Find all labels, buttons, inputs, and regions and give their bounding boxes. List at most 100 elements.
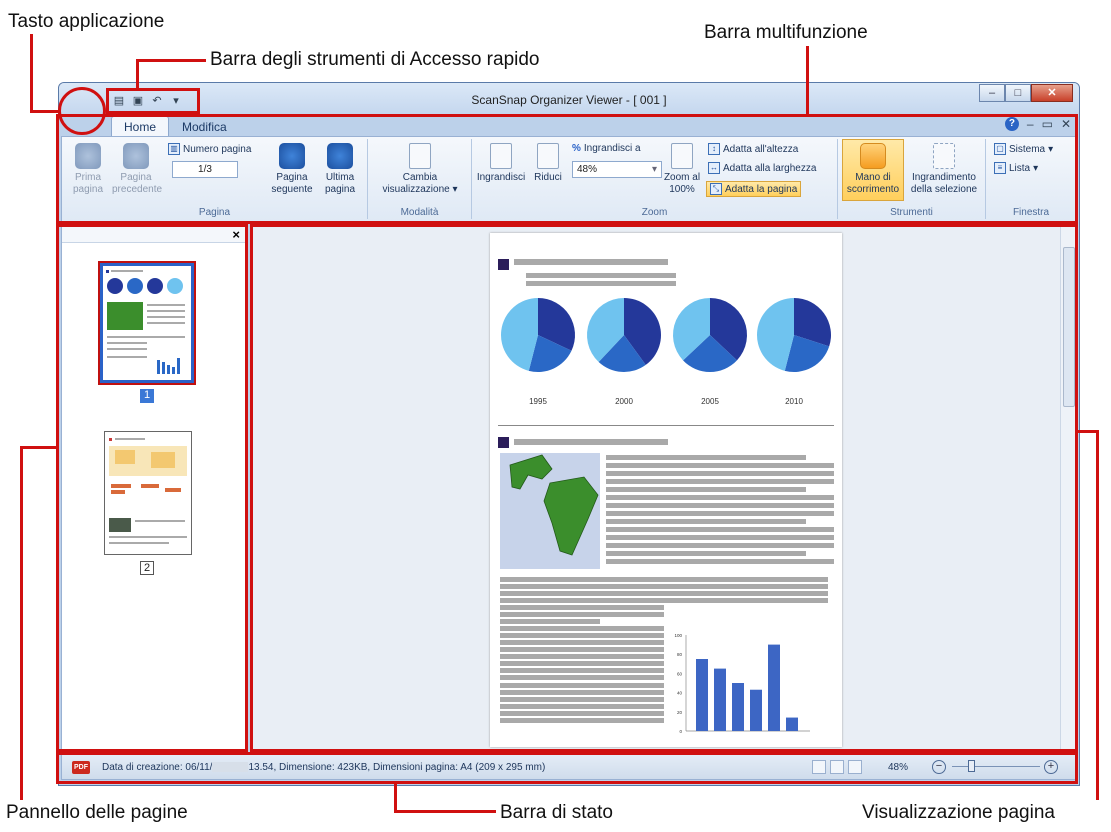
text-line — [514, 439, 668, 445]
ribbon-restore-icon[interactable]: ▭ — [1042, 117, 1053, 131]
bar-axis-label: 0 — [679, 729, 682, 734]
ribbon-close-icon[interactable]: ✕ — [1061, 117, 1071, 131]
leader-panel-h — [20, 446, 58, 449]
zoom-in-button[interactable]: Ingrandisci — [474, 141, 528, 184]
thumbnail-number-2: 2 — [140, 561, 154, 575]
fit-page-button[interactable]: ⤡ Adatta la pagina — [706, 181, 802, 197]
view-single-icon[interactable] — [812, 760, 826, 774]
group-label-strumenti: Strumenti — [890, 207, 933, 218]
document-content: 1995 2000 2005 2010 100 80 60 40 20 0 — [498, 259, 834, 734]
pages-panel: × 1 2 — [61, 226, 247, 750]
bar-axis-label: 40 — [677, 691, 683, 696]
group-strumenti: Mano di scorrimento Ingrandimento della … — [838, 139, 986, 219]
text-line — [606, 535, 834, 540]
save-icon[interactable]: ▤ — [111, 92, 127, 108]
text-line — [500, 704, 664, 709]
zoom-value-select[interactable]: 48% ▾ — [572, 161, 662, 178]
hand-tool-button[interactable]: Mano di scorrimento — [842, 139, 904, 201]
next-page-button[interactable]: Pagina seguente — [268, 141, 316, 196]
fit-width-button[interactable]: ↔ Adatta alla larghezza — [708, 162, 816, 174]
zoom-100-button[interactable]: Zoom al 100% — [662, 141, 702, 196]
group-label-zoom: Zoom — [641, 207, 668, 218]
tab-home[interactable]: Home — [111, 116, 170, 137]
text-line — [500, 675, 664, 680]
bar-axis-label: 100 — [674, 633, 682, 638]
fit-page-icon: ⤡ — [710, 183, 722, 195]
group-modalita: Cambia visualizzazione ▾ Modalità — [368, 139, 472, 219]
section-marker — [498, 437, 509, 448]
thumbnail-page-1[interactable] — [98, 261, 196, 385]
text-line — [606, 527, 834, 532]
callout-status-bar: Barra di stato — [500, 802, 613, 823]
divider — [498, 425, 834, 426]
redacted-date — [212, 762, 249, 773]
zoom-slider-track[interactable] — [952, 766, 1040, 767]
print-icon[interactable]: ▣ — [130, 92, 146, 108]
zoom-in-status-button[interactable]: + — [1044, 760, 1058, 774]
text-line — [606, 455, 806, 460]
text-line — [606, 495, 834, 500]
leader-app-v — [30, 34, 33, 112]
text-line — [606, 543, 834, 548]
tab-modifica[interactable]: Modifica — [169, 116, 240, 137]
text-line — [500, 605, 664, 610]
text-line — [500, 711, 664, 716]
thumbnail-page-2[interactable] — [104, 431, 192, 555]
close-button[interactable]: ✕ — [1031, 84, 1073, 102]
ribbon-minimize-icon[interactable]: – — [1027, 117, 1034, 131]
first-page-button[interactable]: Prima pagina — [64, 141, 112, 196]
prev-page-button[interactable]: Pagina precedente — [112, 141, 162, 196]
selection-zoom-button[interactable]: Ingrandimento della selezione — [904, 141, 984, 196]
maximize-button[interactable]: □ — [1005, 84, 1031, 102]
callout-page-view: Visualizzazione pagina — [862, 802, 1055, 823]
group-pagina: Prima pagina Pagina precedente ▥ Numero p… — [62, 139, 368, 219]
text-line — [500, 668, 664, 673]
text-line — [500, 640, 664, 645]
list-menu-button[interactable]: ≡ Lista ▾ — [994, 162, 1038, 174]
undo-icon[interactable]: ↶ — [149, 92, 165, 108]
leader-ribbon-v — [806, 46, 809, 116]
leader-status-h — [394, 810, 496, 813]
list-icon: ≡ — [994, 162, 1006, 174]
quick-access-toolbar: ▤ ▣ ↶ ▾ — [111, 92, 184, 108]
zoom-out-status-button[interactable]: − — [932, 760, 946, 774]
minimize-button[interactable]: – — [979, 84, 1005, 102]
zoom-out-button[interactable]: Riduci — [528, 141, 568, 184]
page-view[interactable]: 1995 2000 2005 2010 100 80 60 40 20 0 — [251, 226, 1077, 750]
callout-quick-access: Barra degli strumenti di Accesso rapido — [210, 49, 540, 70]
view-grid-icon[interactable] — [848, 760, 862, 774]
help-icon[interactable]: ? — [1004, 117, 1019, 131]
text-line — [606, 471, 834, 476]
text-line — [606, 511, 834, 516]
text-line — [606, 519, 806, 524]
bar — [786, 717, 798, 731]
leader-qat-h — [136, 59, 206, 62]
status-bar: PDF Data di creazione: 06/11/13.54, Dime… — [61, 754, 1077, 780]
last-page-button[interactable]: Ultima pagina — [316, 141, 364, 196]
page-number-icon: ▥ — [168, 143, 180, 155]
first-page-icon — [75, 143, 101, 169]
system-menu-button[interactable]: ▢ Sistema ▾ — [994, 143, 1053, 155]
fit-height-button[interactable]: ↕ Adatta all'altezza — [708, 143, 798, 155]
close-panel-icon[interactable]: × — [232, 227, 240, 242]
group-label-pagina: Pagina — [198, 207, 231, 218]
callout-pages-panel: Pannello delle pagine — [6, 802, 188, 823]
leader-view-v — [1096, 430, 1099, 800]
zoom-slider-thumb[interactable] — [968, 760, 975, 772]
text-line — [500, 612, 664, 617]
system-icon: ▢ — [994, 143, 1006, 155]
scrollbar-thumb[interactable] — [1063, 247, 1075, 407]
customize-qat-icon[interactable]: ▾ — [168, 92, 184, 108]
page-number-input[interactable]: 1/3 — [172, 161, 238, 178]
zoom-100-icon — [671, 143, 693, 169]
bar — [714, 668, 726, 731]
pdf-icon: PDF — [72, 761, 90, 774]
text-line — [500, 661, 664, 666]
text-line — [500, 626, 664, 631]
text-line — [606, 559, 834, 564]
change-view-button[interactable]: Cambia visualizzazione ▾ — [374, 141, 466, 196]
zoom-to-label: % Ingrandisci a — [572, 143, 641, 154]
view-double-icon[interactable] — [830, 760, 844, 774]
vertical-scrollbar[interactable] — [1060, 227, 1076, 749]
prev-page-icon — [123, 143, 149, 169]
